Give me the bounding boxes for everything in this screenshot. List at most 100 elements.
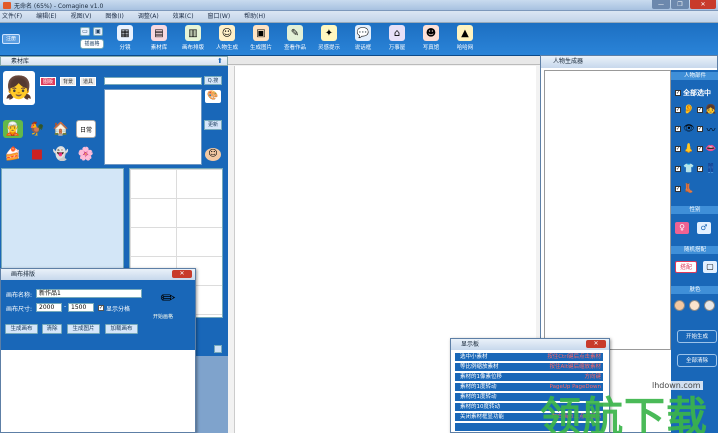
part-checkbox[interactable]: ✓ [675,146,681,152]
title-bar: 无命名 (65%) - Comagine v1.0 — ❐ ✕ [0,0,718,11]
menu-file[interactable]: 文件(F) [2,11,22,22]
canvas-dialog-title: 画布排版 [11,271,36,278]
material-update-button[interactable]: 更新 [204,120,222,130]
face-icon[interactable]: ☺ [205,148,221,161]
flower-material-icon[interactable]: 🌸 [76,145,96,163]
female-icon[interactable]: ♀ [675,222,689,234]
character-material-icon[interactable]: 🧝 [3,120,23,138]
load-canvas-button[interactable]: 加载画布 [105,324,138,334]
skin-color-swatch[interactable] [674,300,685,311]
category-tab-background[interactable]: 背景 [60,77,76,86]
part-checkbox[interactable]: ✓ [675,126,681,132]
part-row-nose[interactable]: ✓ 👃 ✓ 👄 [675,143,717,155]
select-all-row[interactable]: ✓ 全部选中 [675,88,711,98]
male-icon[interactable]: ♂ [697,222,711,234]
tool-button-5[interactable]: ✎ 查看作品 [278,25,312,55]
menu-window[interactable]: 窗口(W) [208,11,231,22]
minimize-button[interactable]: — [652,0,670,9]
menu-image[interactable]: 图像(I) [105,11,123,22]
color-palette-icon[interactable]: 🎨 [205,90,221,103]
generate-image-button[interactable]: 生成图片 [67,324,100,334]
register-button[interactable]: 注册 [2,34,20,44]
tool-button-1[interactable]: ▤ 素材库 [142,25,176,55]
part-checkbox[interactable]: ✓ [697,126,703,132]
menu-help[interactable]: 帮助(H) [244,11,265,22]
illustration-frame-button[interactable]: 插画格 [80,39,104,49]
new-frame-alt-icon[interactable]: ▣ [93,27,103,36]
category-tab-props[interactable]: 道具 [80,77,96,86]
menu-adjust[interactable]: 调整(A) [138,11,159,22]
show-grid-checkbox[interactable]: ✓ [98,305,104,311]
shop-icon: ⌂ [389,25,405,41]
maximize-button[interactable]: ❐ [671,0,689,9]
boot-icon: 👢 [683,184,695,194]
part-row-ear[interactable]: ✓ 👂 ✓ 👧 [675,104,717,116]
select-all-label: 全部选中 [683,89,711,97]
clear-canvas-button[interactable]: 清除 [42,324,62,334]
animal-material-icon[interactable]: 🐓 [27,120,47,138]
close-button[interactable]: ✕ [690,0,716,9]
tool-button-9[interactable]: ☻ 写真馆 [414,25,448,55]
new-frame-icon[interactable]: ▭ [80,27,90,36]
part-checkbox[interactable]: ✓ [697,146,703,152]
part-checkbox[interactable]: ✓ [697,166,703,172]
pencil-ruler-icon[interactable]: ✏ [155,286,181,312]
box-material-icon[interactable]: ■ [27,145,47,163]
shortcut-row: 等比例缩放素材 按住Alt键后缩放素材 [455,363,603,372]
part-row-clothes[interactable]: ✓ 👕 ✓ 👖 [675,163,717,175]
skin-color-swatch[interactable] [689,300,700,311]
part-checkbox[interactable]: ✓ [675,186,681,192]
part-row-shoes[interactable]: ✓ 👢 [675,183,695,195]
random-alt-icon[interactable]: ▢ [703,261,717,273]
tool-button-6[interactable]: ✦ 灵感提示 [312,25,346,55]
skin-color-swatch[interactable] [704,300,715,311]
tool-button-10[interactable]: ▲ 哈哈网 [448,25,482,55]
house-material-icon[interactable]: 🏠 [51,120,71,138]
material-search-button[interactable]: Q.搜 [204,76,222,85]
shortcut-action: 素材的10度转动 [460,404,500,410]
part-row-eye[interactable]: ✓ 👁 ✓ 〰 [675,123,717,136]
menu-edit[interactable]: 编辑(E) [36,11,56,22]
tool-label: 灵感提示 [317,45,340,51]
material-search-input[interactable] [104,77,202,85]
category-tab-board[interactable]: 图版 [40,77,56,86]
tool-button-4[interactable]: ▣ 生成图片 [244,25,278,55]
character-avatar[interactable]: 👧 [3,71,35,105]
tool-button-0[interactable]: ▦ 分镜 [108,25,142,55]
tool-button-8[interactable]: ⌂ 万事屋 [380,25,414,55]
select-all-checkbox[interactable]: ✓ [675,90,681,96]
canvas-dialog-header: 画布排版 ✕ [1,269,195,280]
tool-label: 万事屋 [388,45,406,51]
character-preview [544,70,671,350]
part-checkbox[interactable]: ✓ [675,107,681,113]
menu-view[interactable]: 视图(V) [71,11,92,22]
tool-label: 说话框 [354,45,372,51]
random-header: 随机搭配 [671,246,718,254]
display-board-title: 显示板 [461,341,480,348]
view-works-icon: ✎ [287,25,303,41]
part-checkbox[interactable]: ✓ [697,107,703,113]
food-material-icon[interactable]: 🍰 [3,145,23,163]
daily-material-icon[interactable]: 日常 [76,120,96,138]
eye-icon: 👁 [683,124,695,134]
canvas-width-input[interactable]: 2000 [36,303,62,312]
resize-handle[interactable] [214,345,222,353]
dialog-close-icon[interactable]: ✕ [172,270,192,278]
tool-button-7[interactable]: 💬 说话框 [346,25,380,55]
random-match-button[interactable]: 搭配 [675,261,697,273]
canvas-height-input[interactable]: 1500 [68,303,94,312]
char-generator-title: 人物生成器 [553,58,584,65]
tool-button-3[interactable]: ☺ 人物生成 [210,25,244,55]
clear-all-button[interactable]: 全部清除 [677,354,717,367]
tool-label: 写真馆 [422,45,440,51]
generate-canvas-button[interactable]: 生成画布 [5,324,38,334]
start-generate-button[interactable]: 开始生成 [677,330,717,343]
skin-header: 肤色 [671,286,718,294]
part-checkbox[interactable]: ✓ [675,166,681,172]
collapse-arrow-icon[interactable]: ⬆ [217,58,224,65]
ghost-material-icon[interactable]: 👻 [51,145,71,163]
menu-effect[interactable]: 效果(C) [173,11,194,22]
canvas-name-input[interactable]: 新作品1 [36,289,142,298]
tool-button-2[interactable]: ▥ 画布排版 [176,25,210,55]
display-board-close-icon[interactable]: ✕ [586,340,606,348]
